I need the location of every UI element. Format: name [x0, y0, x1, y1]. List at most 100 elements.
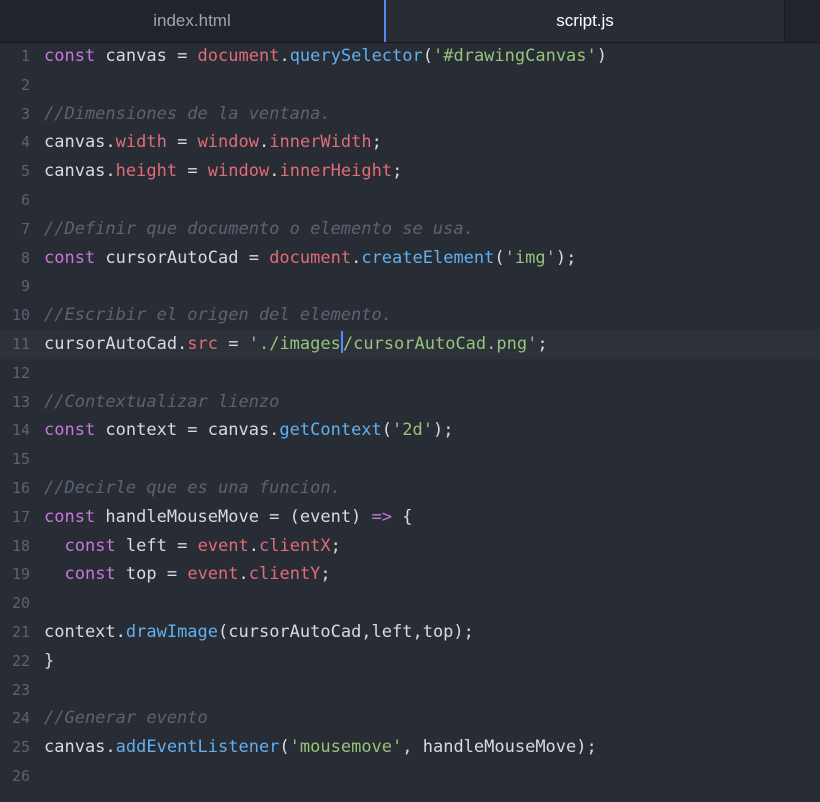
code-token: => [371, 506, 393, 527]
line-number: 10 [11, 306, 30, 325]
code-line[interactable]: 22} [0, 647, 820, 676]
line-number: 2 [20, 75, 30, 94]
code-token: ; [537, 333, 548, 354]
code-token: //Definir que documento o elemento se us… [44, 218, 474, 239]
code-text[interactable]: //Generar evento [44, 704, 208, 733]
line-number: 4 [20, 133, 30, 152]
code-token: window [207, 161, 270, 182]
code-token: , handleMouseMove); [402, 737, 597, 758]
code-text[interactable]: const handleMouseMove = (event) => { [44, 503, 413, 532]
code-text[interactable]: const context = canvas.getContext('2d'); [44, 416, 453, 445]
code-line[interactable]: 5 canvas.height = window.innerHeight; [0, 157, 820, 186]
code-text[interactable]: const canvas = document.querySelector('#… [44, 42, 607, 71]
code-line[interactable]: 4 canvas.width = window.innerWidth; [0, 128, 820, 157]
code-line[interactable]: 12 [0, 359, 820, 388]
tab-index-html[interactable]: index.html [0, 0, 384, 42]
code-token: handleMouseMove = (event) [95, 506, 372, 527]
line-number: 22 [11, 651, 30, 670]
code-token: . [238, 564, 249, 585]
code-line[interactable]: 14 const context = canvas.getContext('2d'… [0, 416, 820, 445]
code-token: document [269, 247, 352, 268]
code-token: = [177, 161, 208, 182]
code-token: ( [279, 737, 290, 758]
line-number: 11 [11, 334, 30, 353]
code-token: clientX [259, 535, 331, 556]
code-text[interactable]: const cursorAutoCad = document.createEle… [44, 244, 576, 273]
line-number: 20 [11, 594, 30, 613]
code-text[interactable]: //Escribir el origen del elemento. [44, 301, 392, 330]
line-number: 26 [11, 766, 30, 785]
tab-bar: index.html script.js [0, 0, 820, 43]
code-text[interactable]: //Decirle que es una funcion. [44, 474, 341, 503]
line-number: 8 [20, 248, 30, 267]
code-token: const [44, 420, 96, 441]
code-token: . [248, 535, 259, 556]
code-line[interactable]: 7 //Definir que documento o elemento se u… [0, 215, 820, 244]
code-editor-window: index.html script.js 1 const canvas = doc… [0, 0, 820, 802]
line-number: 13 [11, 392, 30, 411]
code-token: innerWidth [269, 132, 372, 153]
code-line[interactable]: 20 [0, 589, 820, 618]
code-line[interactable]: 18 const left = event.clientX; [0, 532, 820, 561]
code-line[interactable]: 8 const cursorAutoCad = document.createEl… [0, 244, 820, 273]
code-token: '#drawingCanvas' [433, 46, 597, 66]
code-text[interactable]: canvas.width = window.innerWidth; [44, 128, 382, 157]
code-line[interactable]: 9 [0, 272, 820, 301]
code-text[interactable]: canvas.height = window.innerHeight; [44, 157, 402, 186]
code-token: . [269, 161, 280, 182]
code-area[interactable]: 1 const canvas = document.querySelector('… [0, 42, 820, 802]
code-text[interactable]: } [44, 647, 54, 676]
line-number: 25 [11, 738, 30, 757]
code-text[interactable]: const left = event.clientX; [44, 532, 340, 561]
code-text[interactable]: canvas.addEventListener('mousemove', han… [44, 733, 597, 762]
code-text[interactable]: //Dimensiones de la ventana. [44, 100, 331, 129]
code-token: width [115, 132, 167, 153]
code-line[interactable]: 10 //Escribir el origen del elemento. [0, 301, 820, 330]
code-line[interactable]: 13 //Contextualizar lienzo [0, 388, 820, 417]
code-token: const [44, 247, 96, 268]
code-text[interactable]: context.drawImage(cursorAutoCad,left,top… [44, 618, 474, 647]
code-token: addEventListener [115, 737, 280, 758]
code-token: ); [432, 420, 454, 441]
line-number: 12 [11, 363, 30, 382]
code-token: querySelector [289, 46, 423, 66]
code-text[interactable]: const top = event.clientY; [44, 560, 330, 589]
code-text[interactable]: //Contextualizar lienzo [44, 388, 279, 417]
code-line[interactable]: 3 //Dimensiones de la ventana. [0, 100, 820, 129]
code-line[interactable]: 24 //Generar evento [0, 704, 820, 733]
code-token: height [115, 161, 178, 182]
code-token: drawImage [125, 621, 219, 642]
code-token: context. [44, 621, 126, 642]
code-text[interactable]: cursorAutoCad.src = './images/cursorAuto… [44, 330, 548, 359]
code-line[interactable]: 1 const canvas = document.querySelector('… [0, 42, 820, 71]
code-token: createElement [361, 247, 495, 268]
code-line[interactable]: 6 [0, 186, 820, 215]
code-line[interactable]: 25 canvas.addEventListener('mousemove', h… [0, 733, 820, 762]
code-token: //Decirle que es una funcion. [44, 477, 341, 498]
code-line[interactable]: 26 [0, 762, 820, 791]
code-token: innerHeight [279, 161, 393, 182]
code-token: //Dimensiones de la ventana. [44, 103, 331, 124]
line-number: 19 [11, 565, 30, 584]
code-line[interactable]: 17 const handleMouseMove = (event) => { [0, 503, 820, 532]
line-number: 14 [11, 421, 30, 440]
code-line[interactable]: 21 context.drawImage(cursorAutoCad,left,t… [0, 618, 820, 647]
code-line[interactable]: 16 //Decirle que es una funcion. [0, 474, 820, 503]
code-line[interactable]: 23 [0, 676, 820, 705]
code-token: ( [381, 420, 393, 441]
code-text[interactable]: //Definir que documento o elemento se us… [44, 215, 474, 244]
tab-script-js[interactable]: script.js [386, 0, 784, 42]
code-line[interactable]: 11 cursorAutoCad.src = './images/cursorAu… [0, 329, 820, 359]
code-token: const [44, 46, 96, 66]
tab-bar-end [784, 0, 820, 42]
line-number: 16 [11, 478, 30, 497]
code-token: //Escribir el origen del elemento. [44, 305, 392, 326]
code-line[interactable]: 2 [0, 71, 820, 100]
code-line[interactable]: 19 const top = event.clientY; [0, 560, 820, 589]
code-token: . [258, 132, 270, 153]
line-number: 18 [11, 536, 30, 555]
code-line[interactable]: 15 [0, 445, 820, 474]
code-token: event [197, 535, 249, 556]
